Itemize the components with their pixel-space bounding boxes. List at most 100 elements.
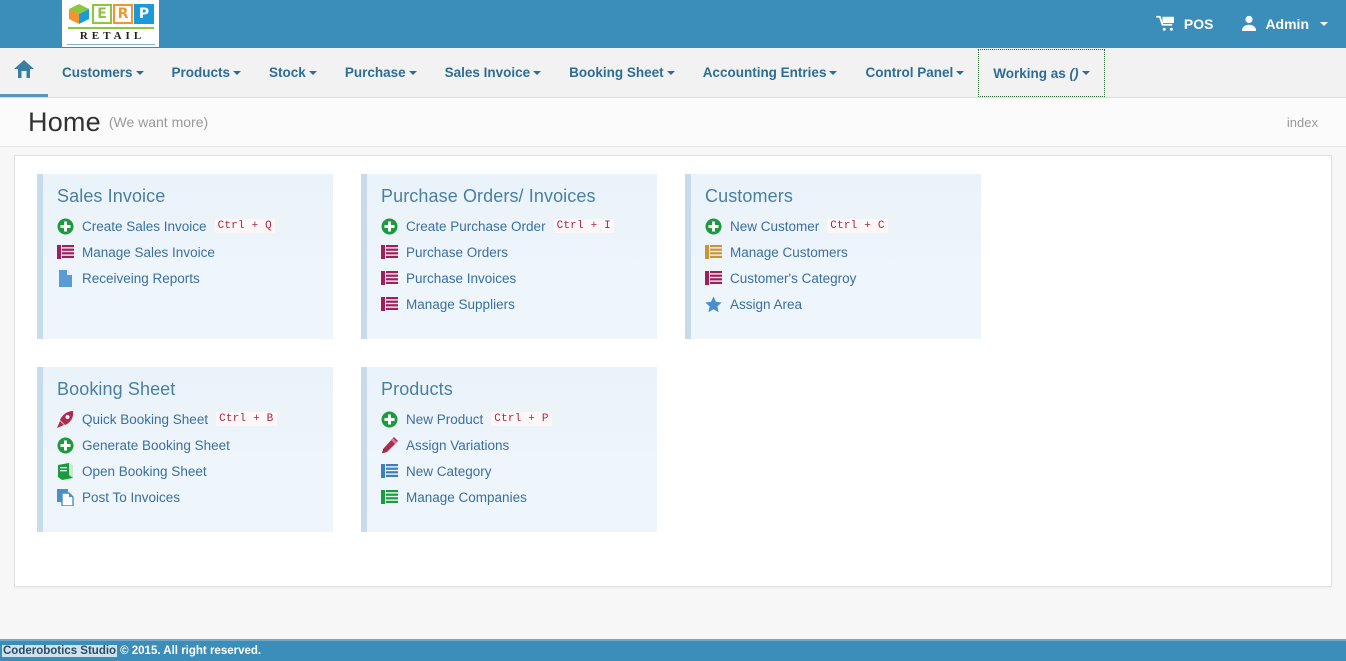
chevron-down-icon [956, 70, 965, 75]
panel-link-item[interactable]: Generate Booking Sheet [57, 432, 319, 458]
panel-link-label[interactable]: Generate Booking Sheet [82, 438, 230, 453]
panel-link-label[interactable]: Manage Sales Invoice [82, 245, 215, 260]
nav-item-products[interactable]: Products [158, 48, 256, 97]
panel-booking-sheet: Booking Sheet Quick Booking Sheet Ctrl + B… [37, 367, 333, 532]
panel-link-item[interactable]: Receiveing Reports [57, 265, 319, 291]
panel-link-label[interactable]: Open Booking Sheet [82, 464, 207, 479]
panel-title: Booking Sheet [57, 379, 176, 399]
keyboard-shortcut-badge: Ctrl + Q [214, 219, 275, 233]
admin-label: Admin [1265, 16, 1309, 32]
panel-link-item[interactable]: New Category [381, 458, 643, 484]
nav-item-label: Products [171, 65, 231, 80]
panel-link-label[interactable]: Purchase Orders [406, 245, 508, 260]
chevron-down-icon [1320, 22, 1328, 26]
plus-circle-icon [57, 218, 74, 235]
panel-link-item[interactable]: New Customer Ctrl + C [705, 213, 967, 239]
list-icon [381, 489, 398, 506]
keyboard-shortcut-badge: Ctrl + P [491, 412, 552, 426]
list-icon [381, 463, 398, 480]
nav-item-control-panel[interactable]: Control Panel [851, 48, 978, 97]
panel-sales-invoice: Sales Invoice Create Sales Invoice Ctrl + … [37, 174, 333, 339]
panel-link-item[interactable]: Manage Customers [705, 239, 967, 265]
panel-link-item[interactable]: Purchase Orders [381, 239, 643, 265]
panel-link-label[interactable]: Post To Invoices [82, 490, 180, 505]
panel-link-item[interactable]: Manage Sales Invoice [57, 239, 319, 265]
nav-item-stock[interactable]: Stock [255, 48, 331, 97]
chevron-down-icon [233, 70, 242, 75]
panel-link-list: Quick Booking Sheet Ctrl + B Generate Book… [57, 406, 319, 510]
panel-products: Products New Product Ctrl + P Assign Variat… [361, 367, 657, 532]
list-icon [381, 296, 398, 313]
list-icon [705, 244, 722, 261]
book-icon [57, 462, 74, 480]
keyboard-shortcut-badge: Ctrl + B [216, 412, 277, 426]
logo-letter-r: R [113, 4, 133, 24]
panel-link-item[interactable]: Purchase Invoices [381, 265, 643, 291]
panel-link-item[interactable]: Assign Area [705, 291, 967, 317]
panel-link-label[interactable]: Customer's Categroy [730, 271, 856, 286]
panel-link-label[interactable]: Create Sales Invoice [82, 219, 207, 234]
chevron-down-icon [308, 70, 317, 75]
panel-link-item[interactable]: Create Purchase Order Ctrl + I [381, 213, 643, 239]
nav-item-booking-sheet[interactable]: Booking Sheet [555, 48, 689, 97]
panel-link-label[interactable]: Assign Area [730, 297, 802, 312]
nav-item-sales-invoice[interactable]: Sales Invoice [431, 48, 556, 97]
shopping-cart-icon [1156, 15, 1176, 34]
nav-item-customers[interactable]: Customers [48, 48, 158, 97]
nav-item-label: Stock [269, 65, 306, 80]
panel-link-label[interactable]: Manage Suppliers [406, 297, 515, 312]
panel-title: Purchase Orders/ Invoices [381, 186, 596, 206]
panel-link-item[interactable]: New Product Ctrl + P [381, 406, 643, 432]
pos-button[interactable]: POS [1156, 15, 1214, 34]
panel-link-label[interactable]: New Category [406, 464, 492, 479]
panel-link-label[interactable]: Create Purchase Order [406, 219, 546, 234]
plus-circle-icon [705, 218, 722, 235]
panel-link-item[interactable]: Create Sales Invoice Ctrl + Q [57, 213, 319, 239]
nav-item-purchase[interactable]: Purchase [331, 48, 431, 97]
panel-link-label[interactable]: Manage Companies [406, 490, 527, 505]
logo-letter-e: E [92, 4, 112, 24]
main-navigation: Customers Products Stock Purchase Sales Invo… [0, 48, 1346, 98]
panel-link-list: Create Sales Invoice Ctrl + Q Manage Sales… [57, 213, 319, 291]
panel-customers: Customers New Customer Ctrl + C Manage Cust… [685, 174, 981, 339]
pos-label: POS [1183, 16, 1214, 32]
nav-item-label: Customers [62, 65, 133, 80]
document-icon [57, 269, 74, 287]
nav-item-label: Working as () [993, 65, 1079, 81]
admin-menu[interactable]: Admin [1241, 15, 1328, 34]
panel-link-item[interactable]: Open Booking Sheet [57, 458, 319, 484]
panel-title: Customers [705, 186, 793, 206]
nav-item-working-as[interactable]: Working as () [978, 49, 1105, 97]
breadcrumb: index [1286, 114, 1318, 130]
copy-icon [57, 488, 74, 507]
brand-logo[interactable]: E R P RETAIL [62, 0, 159, 47]
panel-link-label[interactable]: Quick Booking Sheet [82, 412, 208, 427]
list-icon [57, 244, 74, 261]
panel-link-list: Create Purchase Order Ctrl + I Purchase Or… [381, 213, 643, 317]
nav-item-home[interactable] [0, 48, 48, 97]
dashboard-card: Sales Invoice Create Sales Invoice Ctrl + … [14, 155, 1332, 587]
list-icon [381, 244, 398, 261]
brand-underline [66, 44, 155, 45]
top-bar-right: POS Admin [1156, 0, 1328, 48]
panel-link-label[interactable]: Assign Variations [406, 438, 509, 453]
panel-link-item[interactable]: Post To Invoices [57, 484, 319, 510]
star-icon [705, 296, 722, 313]
top-bar: E R P RETAIL POS Admin [0, 0, 1346, 48]
panel-link-label[interactable]: Purchase Invoices [406, 271, 516, 286]
panel-link-label[interactable]: Receiveing Reports [82, 271, 200, 286]
panel-link-item[interactable]: Customer's Categroy [705, 265, 967, 291]
panel-link-item[interactable]: Assign Variations [381, 432, 643, 458]
panel-link-item[interactable]: Manage Companies [381, 484, 643, 510]
nav-item-accounting-entries[interactable]: Accounting Entries [689, 48, 852, 97]
panel-link-label[interactable]: Manage Customers [730, 245, 848, 260]
panel-link-label[interactable]: New Customer [730, 219, 819, 234]
panel-link-list: New Product Ctrl + P Assign Variations New … [381, 406, 643, 510]
panel-link-item[interactable]: Manage Suppliers [381, 291, 643, 317]
page-subtitle: (We want more) [108, 114, 209, 130]
brand-tagline: RETAIL [79, 30, 146, 42]
chevron-down-icon [408, 70, 417, 75]
panel-link-label[interactable]: New Product [406, 412, 483, 427]
plus-circle-icon [57, 437, 74, 454]
panel-link-item[interactable]: Quick Booking Sheet Ctrl + B [57, 406, 319, 432]
